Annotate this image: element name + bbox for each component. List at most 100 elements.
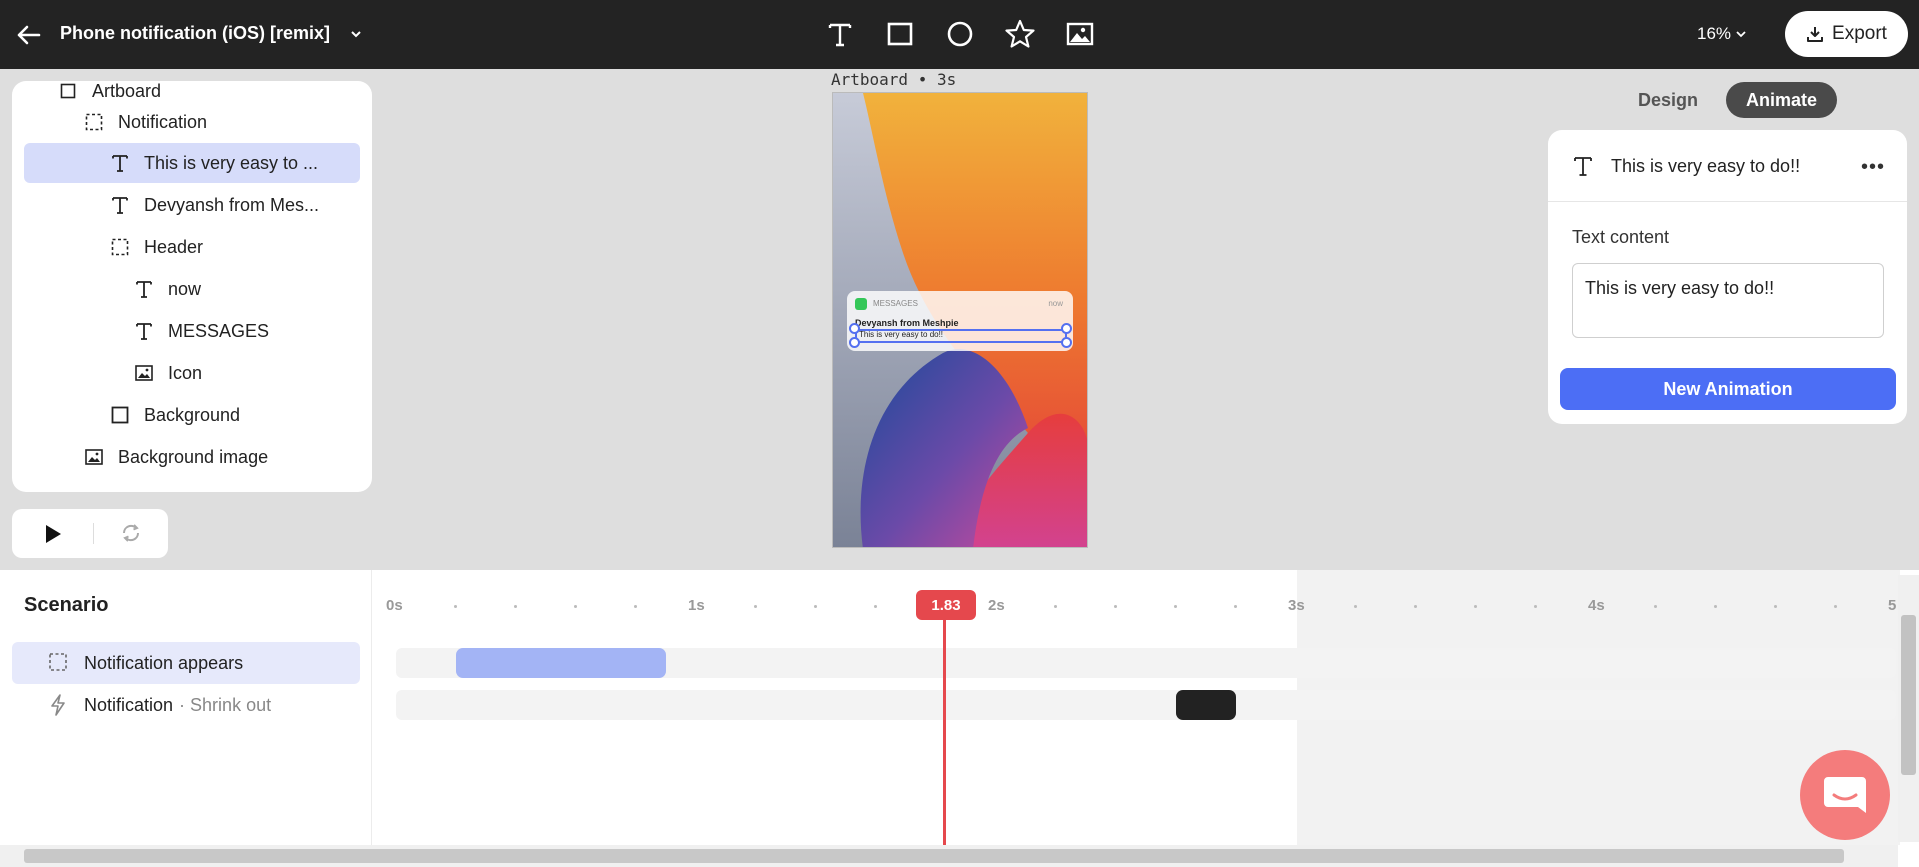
back-arrow-icon[interactable] <box>14 20 44 50</box>
layer-text-selected[interactable]: This is very easy to ... <box>24 143 360 183</box>
rectangle-tool-icon[interactable] <box>880 16 920 52</box>
resize-handle[interactable] <box>849 337 860 348</box>
layer-label: Background image <box>118 446 269 467</box>
resize-handle[interactable] <box>849 323 860 334</box>
layer-label: now <box>168 278 202 299</box>
layer-label: Devyansh from Mes... <box>144 194 320 215</box>
layer-label: Artboard <box>92 81 162 101</box>
new-animation-button[interactable]: New Animation <box>1560 368 1896 410</box>
tick-label: 0s <box>386 597 403 614</box>
tick-dot <box>1234 605 1237 608</box>
mode-tabs: Design Animate <box>1618 82 1838 118</box>
lightning-icon <box>48 694 70 716</box>
selection-box[interactable] <box>855 329 1067 343</box>
text-icon <box>134 321 154 341</box>
tick-dot <box>1474 605 1477 608</box>
tick-dot <box>1834 605 1837 608</box>
tab-animate[interactable]: Animate <box>1726 82 1838 118</box>
layers-panel: Artboard Notification This is very easy … <box>12 81 372 492</box>
scrollbar-thumb[interactable] <box>24 849 1844 863</box>
scenario-item-appears[interactable]: Notification appears <box>12 642 360 684</box>
tick-dot <box>1534 605 1537 608</box>
download-icon <box>1807 27 1824 42</box>
export-label: Export <box>1832 23 1887 44</box>
text-content-label: Text content <box>1572 227 1670 247</box>
timeline-panel: Scenario Notification appears Notificati… <box>0 570 1919 867</box>
text-icon <box>110 195 130 215</box>
layer-label: MESSAGES <box>168 320 270 341</box>
zoom-level: 16% <box>1697 24 1732 43</box>
layer-notification[interactable]: Notification <box>84 102 207 142</box>
image-icon <box>134 363 154 383</box>
layer-label: Background <box>144 404 241 425</box>
artboard-canvas[interactable]: MESSAGES now Devyansh from Meshpie This … <box>832 92 1088 548</box>
tick-dot <box>814 605 817 608</box>
top-bar: Phone notification (iOS) [remix] 16% Exp… <box>0 0 1919 69</box>
layer-background-image[interactable]: Background image <box>84 437 268 477</box>
tick-dot <box>754 605 757 608</box>
layer-label: Icon <box>168 362 203 383</box>
more-options-icon[interactable]: ••• <box>1858 152 1888 182</box>
frame-icon <box>58 81 78 101</box>
playhead-time[interactable]: 1.83 <box>916 590 976 620</box>
scenario-item-shrink[interactable]: Notification · Shrink out <box>12 684 360 726</box>
animation-clip-shrink[interactable] <box>1176 690 1236 720</box>
frame-icon <box>48 652 70 674</box>
tick-label: 1s <box>688 597 705 614</box>
loop-icon[interactable] <box>120 522 142 544</box>
document-title[interactable]: Phone notification (iOS) [remix] <box>60 23 330 44</box>
layer-icon[interactable]: Icon <box>134 353 202 393</box>
tick-dot <box>1174 605 1177 608</box>
track-shrink[interactable] <box>396 690 1896 720</box>
resize-handle[interactable] <box>1061 323 1072 334</box>
tick-dot <box>1774 605 1777 608</box>
tick-dot <box>1414 605 1417 608</box>
tick-dot <box>634 605 637 608</box>
scrollbar-thumb[interactable] <box>1901 615 1916 775</box>
star-tool-icon[interactable] <box>1000 16 1040 52</box>
notification-app-name: MESSAGES <box>873 299 918 308</box>
chevron-down-icon <box>1736 31 1746 38</box>
tick-label: 4s <box>1588 597 1605 614</box>
text-icon <box>1574 156 1594 176</box>
layer-text-sender[interactable]: Devyansh from Mes... <box>110 185 319 225</box>
tick-label: 5 <box>1888 597 1897 614</box>
layer-text-now[interactable]: now <box>134 269 201 309</box>
resize-handle[interactable] <box>1061 337 1072 348</box>
properties-header: This is very easy to do!! ••• <box>1548 130 1907 202</box>
scenario-label: Notification <box>84 694 174 715</box>
text-content-field[interactable]: This is very easy to do!! <box>1572 263 1884 338</box>
notification-sender: Devyansh from Meshpie <box>855 318 959 328</box>
layer-label: Header <box>144 236 204 257</box>
image-tool-icon[interactable] <box>1060 16 1100 52</box>
text-tool-icon[interactable] <box>820 16 860 52</box>
divider <box>93 523 94 544</box>
tick-dot <box>454 605 457 608</box>
export-button[interactable]: Export <box>1785 11 1908 57</box>
track-appears[interactable] <box>396 648 1896 678</box>
ellipse-tool-icon[interactable] <box>940 16 980 52</box>
tick-dot <box>574 605 577 608</box>
horizontal-scrollbar[interactable] <box>0 845 1898 867</box>
scenario-label: Notification appears <box>84 652 244 673</box>
layer-background[interactable]: Background <box>110 395 240 435</box>
notification-time: now <box>1048 299 1063 308</box>
text-icon <box>134 279 154 299</box>
tick-dot <box>1054 605 1057 608</box>
play-icon[interactable] <box>42 523 64 545</box>
tick-label: 2s <box>988 597 1005 614</box>
tool-group <box>820 16 1100 52</box>
tick-dot <box>1714 605 1717 608</box>
layer-text-messages[interactable]: MESSAGES <box>134 311 269 351</box>
vertical-scrollbar[interactable] <box>1898 575 1919 842</box>
chat-support-icon[interactable] <box>1800 750 1890 840</box>
zoom-dropdown[interactable]: 16% <box>1697 24 1747 44</box>
chevron-down-icon[interactable] <box>348 26 364 42</box>
playhead-line[interactable] <box>943 590 946 845</box>
layer-header[interactable]: Header <box>110 227 203 267</box>
selected-element-title: This is very easy to do!! <box>1611 156 1801 176</box>
rectangle-icon <box>110 405 130 425</box>
animation-clip-appear[interactable] <box>456 648 666 678</box>
timeline-tracks[interactable]: 0s 1s 2s 3s 4s 5 1.83 <box>372 570 1900 845</box>
tab-design[interactable]: Design <box>1618 82 1718 118</box>
